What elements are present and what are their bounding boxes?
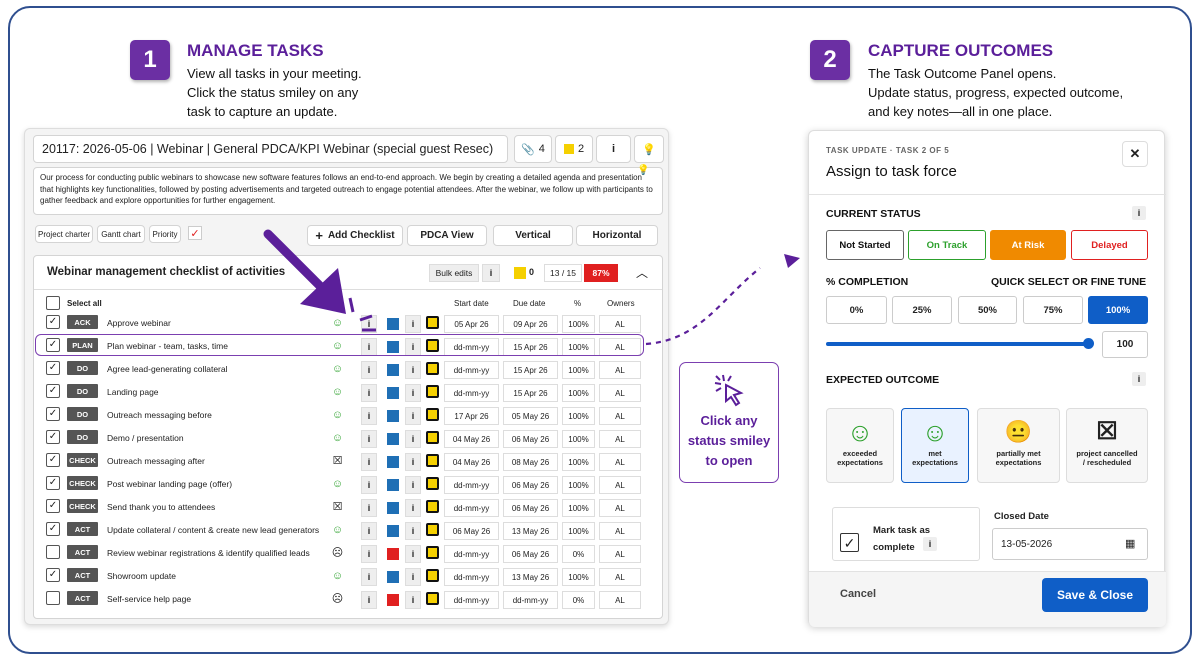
cancel-button[interactable]: Cancel [840,588,876,600]
info-icon[interactable]: i [1132,206,1146,220]
completion-label: % COMPLETION [826,276,909,288]
closed-date-label: Closed Date [994,511,1049,522]
status-delayed-button[interactable]: Delayed [1071,230,1148,260]
calendar-cancel-icon: ☒ [1096,418,1118,445]
calendar-icon[interactable]: ▦ [1125,537,1135,550]
save-close-button[interactable]: Save & Close [1042,578,1148,612]
completion-slider-handle[interactable] [1083,338,1094,349]
click-smiley-callout: Click any status smiley to open [679,362,779,483]
completion-slider-track[interactable] [826,342,1089,346]
outcome-partially-met-card[interactable]: 😐 partially met expectations [977,408,1060,483]
expected-outcome-label: EXPECTED OUTCOME [826,374,940,386]
percent-50-button[interactable]: 50% [958,296,1017,324]
info-icon[interactable]: i [1132,372,1146,386]
outcome-met-card[interactable]: ☺ met expectations [901,408,969,483]
outcome-exceeded-card[interactable]: ☺ exceeded expectations [826,408,894,483]
smiley-icon: ☺ [846,417,874,447]
percent-0-button[interactable]: 0% [826,296,887,324]
percent-100-button[interactable]: 100% [1088,296,1148,324]
percent-75-button[interactable]: 75% [1023,296,1083,324]
close-icon[interactable]: ✕ [1122,141,1148,167]
info-icon[interactable]: i [923,537,937,551]
outcome-cancelled-card[interactable]: ☒ project cancelled / rescheduled [1066,408,1148,483]
quick-select-label: QUICK SELECT OR FINE TUNE [991,276,1147,288]
percent-25-button[interactable]: 25% [892,296,952,324]
neutral-face-icon: 😐 [1004,419,1033,444]
status-not-started-button[interactable]: Not Started [826,230,904,260]
divider [809,194,1166,195]
current-status-label: CURRENT STATUS [826,208,921,220]
cursor-click-icon [714,374,744,407]
status-at-risk-button[interactable]: At Risk [990,230,1066,260]
status-on-track-button[interactable]: On Track [908,230,986,260]
panel-kicker: TASK UPDATE · TASK 2 OF 5 [826,146,950,155]
mark-complete-label: Mark task as complete [873,525,931,553]
mark-complete-checkbox[interactable]: ✓ [840,533,859,552]
completion-input[interactable]: 100 [1102,331,1148,358]
task-outcome-panel: TASK UPDATE · TASK 2 OF 5 Assign to task… [808,130,1166,627]
panel-title: Assign to task force [826,163,957,180]
smiley-icon: ☺ [921,417,949,447]
